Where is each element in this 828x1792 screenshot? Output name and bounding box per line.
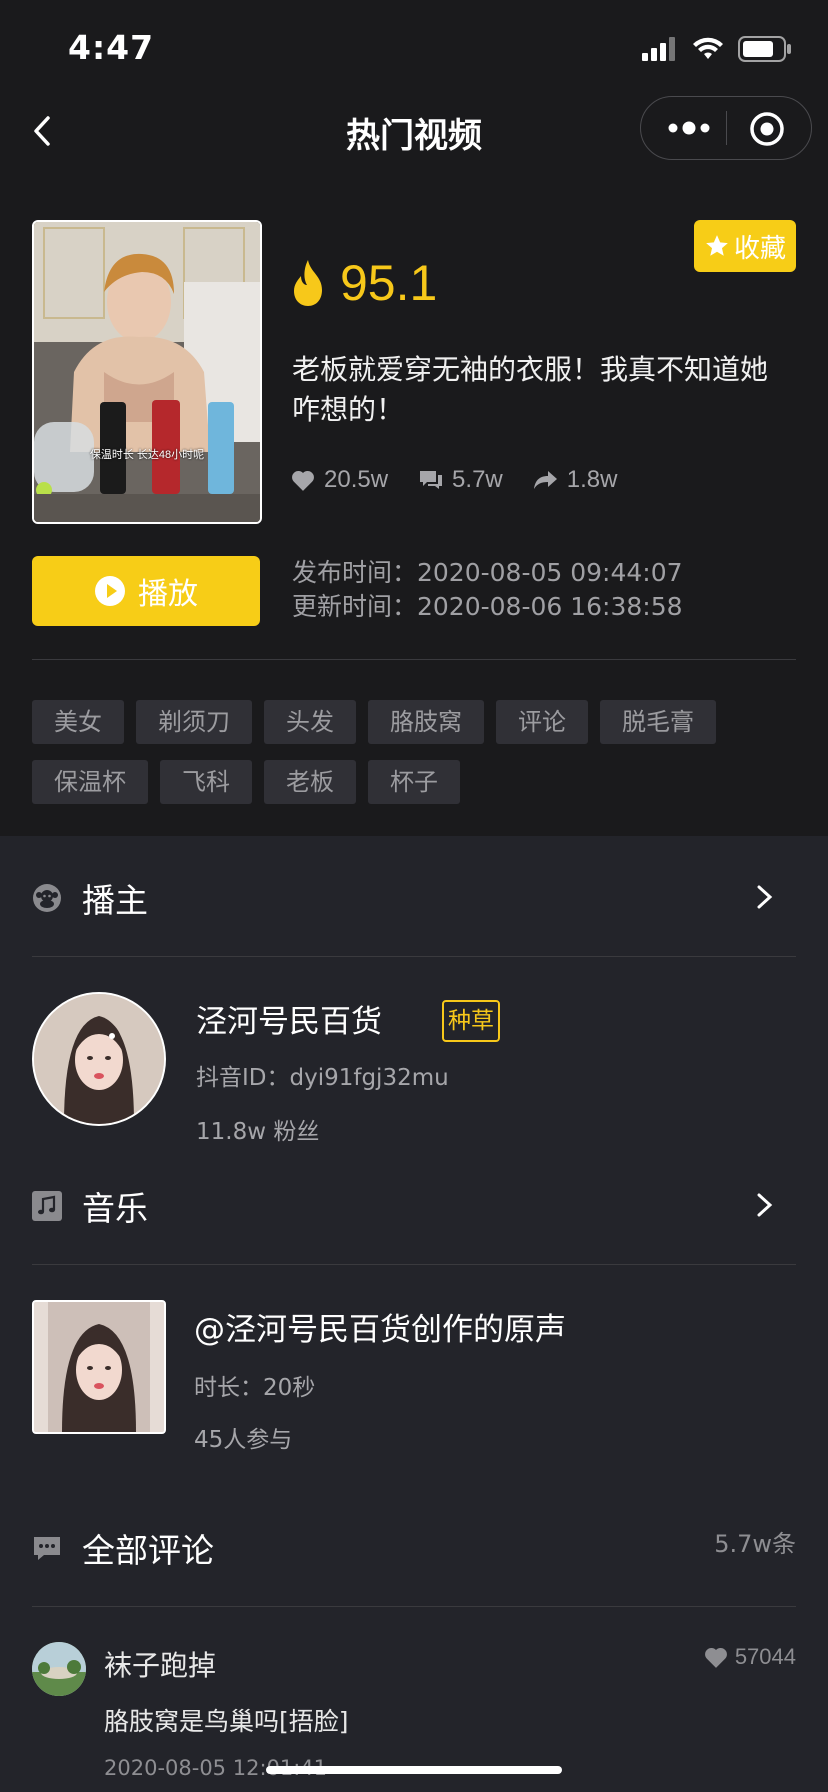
comments-section-header: 全部评论 (32, 1518, 796, 1578)
comment-username[interactable]: 袜子跑掉 (104, 1644, 216, 1684)
shares-count: 1.8w (566, 466, 618, 493)
anchor-icon (32, 883, 62, 913)
music-section-header[interactable]: 音乐 (32, 1176, 796, 1236)
video-times: 发布时间：2020-08-05 09:44:07 更新时间：2020-08-06… (292, 556, 683, 624)
favorite-button[interactable]: 收藏 (694, 220, 796, 272)
video-card: 保温时长 长达48小时呢 收藏 95.1 老板就爱穿无袖的衣服！我真不知道她咋想… (0, 176, 828, 836)
tag-chip[interactable]: 头发 (264, 700, 356, 744)
divider (32, 956, 796, 957)
category-badge: 种草 (442, 1000, 500, 1042)
comments-stat: 5.7w (418, 466, 503, 494)
fans-count: 11.8w 粉丝 (196, 1119, 320, 1145)
home-indicator[interactable] (266, 1766, 562, 1774)
video-title: 老板就爱穿无袖的衣服！我真不知道她咋想的！ (292, 353, 769, 426)
anchor-section-header[interactable]: 播主 (32, 868, 796, 928)
nav-bar: 热门视频 (0, 88, 828, 176)
commenter-avatar-image (32, 1642, 86, 1696)
tag-chip[interactable]: 美女 (32, 700, 124, 744)
status-icons (642, 36, 792, 62)
chevron-right-icon (757, 885, 773, 909)
divider (32, 1264, 796, 1265)
comment-likes-count: 57044 (734, 1644, 796, 1669)
share-icon (533, 471, 557, 489)
publish-time: 发布时间：2020-08-05 09:44:07 (292, 558, 683, 587)
favorite-label: 收藏 (733, 233, 786, 264)
heat-score: 95.1 (288, 254, 437, 312)
tag-chip[interactable]: 评论 (496, 700, 588, 744)
video-stats: 20.5w 5.7w 1.8w (290, 466, 647, 494)
music-title[interactable]: @泾河号民百货创作的原声 (194, 1304, 566, 1349)
avatar[interactable] (32, 992, 166, 1126)
thumbnail-caption: 保温时长 长达48小时呢 (89, 449, 205, 461)
status-bar: 4:47 (0, 0, 828, 88)
comments-total: 5.7w条 (714, 1530, 796, 1558)
fire-icon (294, 260, 322, 306)
heat-value: 95.1 (340, 255, 438, 311)
music-section-label: 音乐 (82, 1189, 148, 1228)
comment-likes[interactable]: 57044 (703, 1644, 796, 1670)
star-icon (706, 235, 728, 256)
miniprogram-capsule (640, 96, 812, 160)
music-duration: 时长：20秒 (194, 1375, 316, 1401)
tag-list: 美女 剃须刀 头发 胳肢窝 评论 脱毛膏保温杯 飞科 老板 杯子 (32, 700, 802, 804)
play-button[interactable]: 播放 (32, 556, 260, 626)
music-cover[interactable] (32, 1300, 166, 1434)
anchor-avatar-image (34, 994, 164, 1124)
likes-count: 20.5w (324, 466, 389, 493)
comment-icon (420, 471, 443, 489)
comment-text: 胳肢窝是鸟巢吗[捂脸] (104, 1707, 349, 1736)
signal-icon (642, 37, 675, 61)
video-thumbnail-image (34, 222, 260, 522)
tag-chip[interactable]: 保温杯 (32, 760, 148, 804)
wifi-icon (693, 37, 723, 59)
tag-chip[interactable]: 杯子 (368, 760, 460, 804)
douyin-id: 抖音ID：dyi91fgj32mu (196, 1065, 449, 1091)
tag-chip[interactable]: 剃须刀 (136, 700, 252, 744)
shares-stat: 1.8w (533, 466, 618, 494)
anchor-section-label: 播主 (82, 881, 148, 920)
divider (32, 659, 796, 660)
status-time: 4:47 (68, 28, 155, 67)
chevron-right-icon (757, 1193, 773, 1217)
play-label: 播放 (138, 577, 198, 612)
tag-chip[interactable]: 飞科 (160, 760, 252, 804)
music-note-icon (32, 1191, 62, 1221)
comments-count: 5.7w (452, 466, 503, 493)
avatar[interactable] (32, 1642, 86, 1696)
divider (32, 1606, 796, 1607)
tag-chip[interactable]: 脱毛膏 (600, 700, 716, 744)
capsule-divider (726, 111, 727, 145)
comments-section-label: 全部评论 (82, 1531, 214, 1570)
heart-icon (704, 1647, 727, 1668)
tag-chip[interactable]: 胳肢窝 (368, 700, 484, 744)
likes-stat: 20.5w (290, 466, 388, 494)
video-thumbnail[interactable]: 保温时长 长达48小时呢 (32, 220, 262, 524)
play-icon (95, 576, 125, 606)
heart-icon (292, 470, 314, 491)
battery-icon (738, 36, 791, 62)
tag-chip[interactable]: 老板 (264, 760, 356, 804)
more-icon[interactable] (665, 113, 713, 143)
anchor-name[interactable]: 泾河号民百货 (196, 996, 382, 1041)
music-cover-image (34, 1302, 164, 1432)
music-participants: 45人参与 (194, 1427, 293, 1453)
close-miniprogram-icon[interactable] (749, 111, 785, 147)
comment-bubble-icon (32, 1533, 62, 1563)
update-time: 更新时间：2020-08-06 16:38:58 (292, 592, 683, 621)
